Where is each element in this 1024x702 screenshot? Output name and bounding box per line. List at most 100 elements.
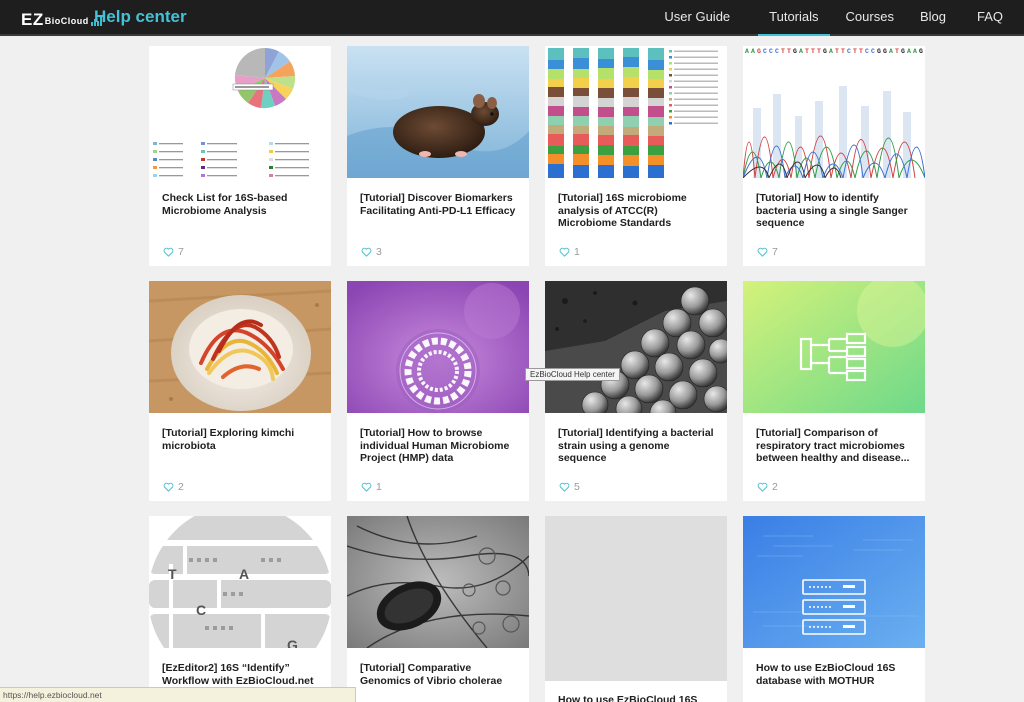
like-count-value: 7 — [178, 246, 184, 258]
mouse-photo-thumbnail — [347, 46, 529, 178]
svg-text:T: T — [817, 48, 821, 55]
hmp-circle-thumbnail — [347, 281, 529, 413]
card-title[interactable]: Check List for 16S-based Microbiome Anal… — [162, 192, 322, 217]
card-title[interactable]: How to use EzBioCloud 16S database with … — [756, 662, 916, 687]
svg-text:T: T — [787, 48, 791, 55]
svg-text:T: T — [853, 48, 857, 55]
svg-text:T: T — [859, 48, 863, 55]
card-title[interactable]: [Tutorial] Exploring kimchi microbiota — [162, 427, 322, 452]
tutorial-card[interactable]: [Tutorial] How to browse individual Huma… — [347, 281, 529, 501]
card-title[interactable]: [Tutorial] Comparison of respiratory tra… — [756, 427, 916, 465]
ezbiocloud-logo[interactable]: EZBioCloud — [21, 6, 103, 30]
svg-text:G: G — [823, 48, 827, 55]
card-title[interactable]: [Tutorial] How to browse individual Huma… — [360, 427, 520, 465]
tutorial-card[interactable]: [Tutorial] Identifying a bacterial strai… — [545, 281, 727, 501]
card-title[interactable]: [Tutorial] Discover Biomarkers Facilitat… — [360, 192, 520, 217]
svg-text:T: T — [895, 48, 899, 55]
svg-text:A: A — [913, 48, 917, 55]
heart-icon — [559, 482, 570, 492]
svg-text:C: C — [871, 48, 875, 55]
nav-blog[interactable]: Blog — [920, 0, 946, 36]
tutorial-card[interactable]: [Tutorial] 16S microbiome analysis of AT… — [545, 46, 727, 266]
sequence-letter-c: C — [196, 602, 206, 618]
svg-text:C: C — [847, 48, 851, 55]
nav-courses[interactable]: Courses — [846, 0, 894, 36]
svg-text:G: G — [919, 48, 923, 55]
main-nav: User Guide Tutorials Courses Blog FAQ — [664, 0, 1024, 36]
tutorial-card[interactable]: AAGCCCTTGATTTGATTCTTCCGGATGAAG [Tutorial… — [743, 46, 925, 266]
sequence-circle-thumbnail: T A C G — [149, 516, 331, 648]
card-title[interactable]: [EzEditor2] 16S “Identify” Workflow with… — [162, 662, 322, 687]
tutorial-card[interactable]: How to use EzBioCloud 16S database with … — [743, 516, 925, 702]
svg-text:A: A — [745, 48, 749, 55]
browser-status-url: https://help.ezbiocloud.net — [0, 687, 356, 702]
sequence-letter-g: G — [287, 637, 298, 648]
database-server-thumbnail — [743, 516, 925, 648]
like-count[interactable]: 1 — [361, 481, 382, 493]
like-count-value: 3 — [376, 246, 382, 258]
svg-text:C: C — [775, 48, 779, 55]
svg-text:G: G — [901, 48, 905, 55]
svg-text:G: G — [793, 48, 797, 55]
pie-chart-thumbnail — [149, 46, 331, 178]
sequence-letter-t: T — [168, 566, 177, 582]
svg-text:T: T — [835, 48, 839, 55]
svg-text:C: C — [763, 48, 767, 55]
bacteria-micrograph-thumbnail — [545, 281, 727, 413]
svg-text:G: G — [757, 48, 761, 55]
svg-text:T: T — [805, 48, 809, 55]
stacked-bars-thumbnail — [545, 46, 727, 178]
like-count-value: 1 — [376, 481, 382, 493]
svg-text:A: A — [799, 48, 803, 55]
tutorial-card[interactable]: [Tutorial] Exploring kimchi microbiota 2 — [149, 281, 331, 501]
svg-text:T: T — [811, 48, 815, 55]
like-count-value: 5 — [574, 481, 580, 493]
svg-text:A: A — [829, 48, 833, 55]
card-title[interactable]: How to use EzBioCloud 16S — [558, 694, 718, 702]
vibrio-micrograph-thumbnail — [347, 516, 529, 648]
heart-icon — [163, 482, 174, 492]
like-count[interactable]: 5 — [559, 481, 580, 493]
hover-tooltip: EzBioCloud Help center — [525, 368, 620, 381]
like-count-value: 7 — [772, 246, 778, 258]
heart-icon — [361, 247, 372, 257]
card-title[interactable]: [Tutorial] How to identify bacteria usin… — [756, 192, 916, 230]
tutorial-card[interactable]: How to use EzBioCloud 16S — [545, 516, 727, 702]
svg-text:A: A — [889, 48, 893, 55]
top-navigation-bar: EZBioCloud Help center User Guide Tutori… — [0, 0, 1024, 36]
like-count[interactable]: 7 — [757, 246, 778, 258]
svg-text:C: C — [769, 48, 773, 55]
help-center-title[interactable]: Help center — [94, 7, 187, 27]
heart-icon — [757, 482, 768, 492]
tutorial-card[interactable]: T A C G [EzEditor2] 16S “Identify” Workf… — [149, 516, 331, 702]
like-count[interactable]: 7 — [163, 246, 184, 258]
blank-thumbnail — [545, 516, 727, 681]
sequence-letter-a: A — [239, 566, 249, 582]
card-title[interactable]: [Tutorial] Comparative Genomics of Vibri… — [360, 662, 520, 687]
card-title[interactable]: [Tutorial] Identifying a bacterial strai… — [558, 427, 718, 465]
like-count[interactable]: 3 — [361, 246, 382, 258]
svg-text:G: G — [883, 48, 887, 55]
nav-user-guide[interactable]: User Guide — [664, 0, 730, 36]
tutorial-card[interactable]: [Tutorial] Comparison of respiratory tra… — [743, 281, 925, 501]
nav-tutorials[interactable]: Tutorials — [758, 0, 830, 36]
like-count[interactable]: 1 — [559, 246, 580, 258]
like-count-value: 2 — [772, 481, 778, 493]
svg-text:A: A — [907, 48, 911, 55]
phylogenetic-tree-thumbnail — [743, 281, 925, 413]
svg-text:C: C — [865, 48, 869, 55]
chromatogram-thumbnail: AAGCCCTTGATTTGATTCTTCCGGATGAAG — [743, 46, 925, 178]
svg-text:A: A — [751, 48, 755, 55]
logo-main-text: EZ — [21, 10, 44, 29]
svg-text:T: T — [781, 48, 785, 55]
like-count[interactable]: 2 — [757, 481, 778, 493]
logo-sub-text: BioCloud — [44, 16, 89, 26]
svg-text:G: G — [877, 48, 881, 55]
like-count[interactable]: 2 — [163, 481, 184, 493]
tutorial-card[interactable]: [Tutorial] Comparative Genomics of Vibri… — [347, 516, 529, 702]
tutorial-card[interactable]: Check List for 16S-based Microbiome Anal… — [149, 46, 331, 266]
heart-icon — [163, 247, 174, 257]
nav-faq[interactable]: FAQ — [977, 0, 1003, 36]
tutorial-card[interactable]: [Tutorial] Discover Biomarkers Facilitat… — [347, 46, 529, 266]
card-title[interactable]: [Tutorial] 16S microbiome analysis of AT… — [558, 192, 718, 230]
